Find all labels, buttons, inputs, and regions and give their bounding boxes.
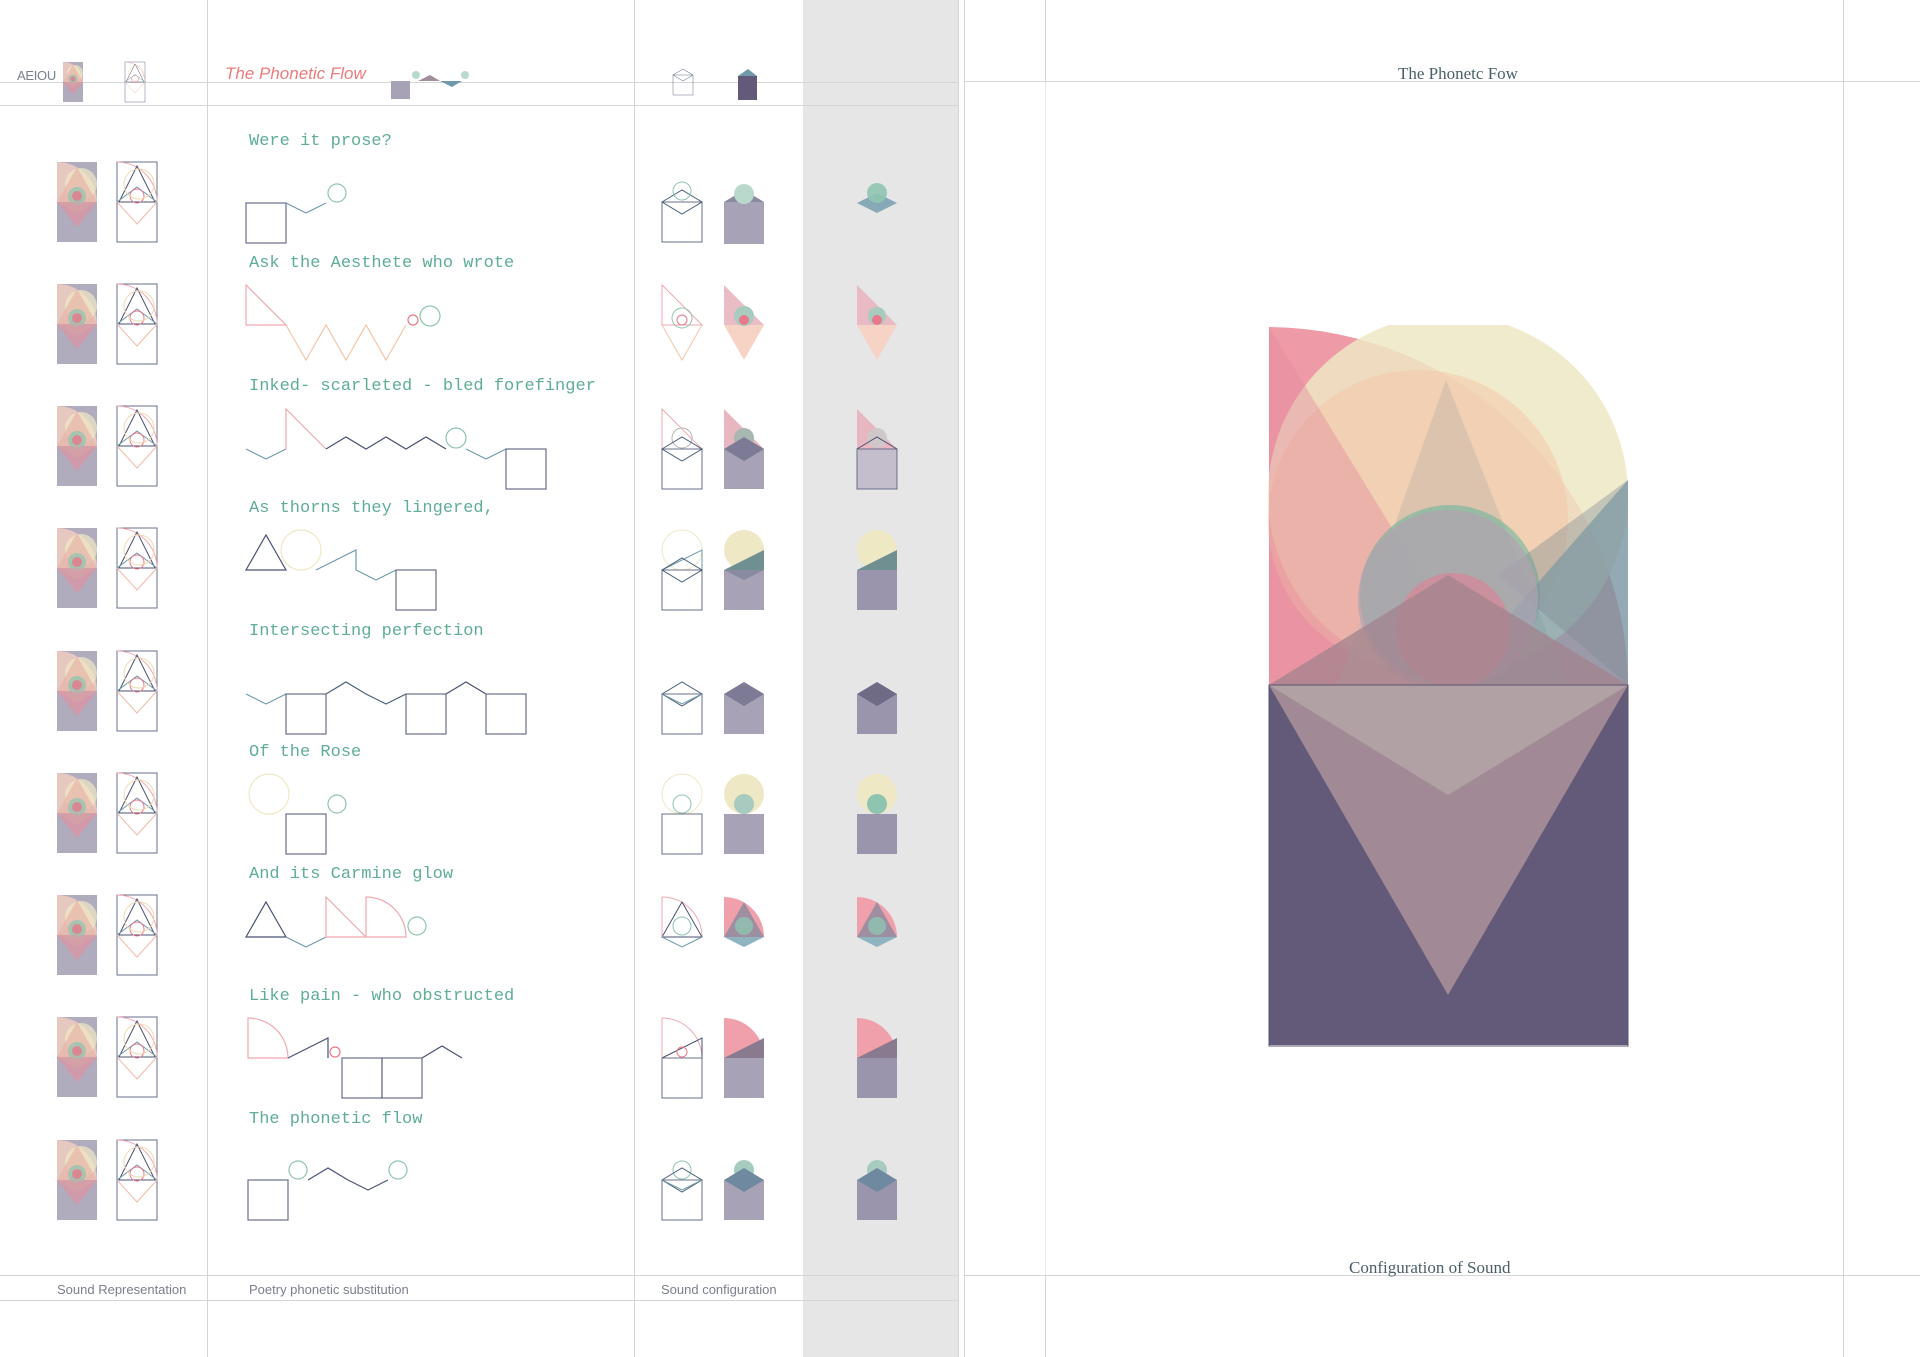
sound-configuration-column — [661, 181, 898, 1221]
header-glyph-filled — [63, 62, 83, 102]
grid-line-right-margin-right — [1843, 0, 1844, 1357]
grid-line-right-page-edge — [964, 0, 965, 1357]
footer-sound-representation: Sound Representation — [57, 1282, 187, 1297]
header-title-glyph — [391, 71, 469, 99]
grid-line-right-margin-left-mid — [1045, 82, 1046, 1275]
verse-line-5: Intersecting perfection — [249, 622, 484, 641]
grid-line-right-margin-left-bottom — [1045, 1275, 1046, 1357]
verse-line-2: Ask the Aesthete who wrote — [249, 254, 515, 273]
footer-sound-configuration: Sound configuration — [661, 1282, 777, 1297]
verse-line-6: Of the Rose — [249, 743, 362, 762]
right-page-title: The Phonetc Fow — [1398, 64, 1518, 83]
verse-line-3: Inked- scarleted - bled forefinger — [249, 377, 596, 396]
glyph-artwork-layer — [57, 61, 898, 1221]
right-page-caption: Configuration of Sound — [1349, 1258, 1511, 1277]
footer-poetry-substitution: Poetry phonetic substitution — [249, 1282, 409, 1297]
header-config-glyph-filled — [738, 69, 757, 100]
verse-line-9: The phonetic flow — [249, 1110, 423, 1129]
poetry-glyph-lines — [244, 183, 547, 1221]
header-config-glyph-outline — [672, 68, 694, 96]
verse-line-8: Like pain - who obstructed — [249, 987, 515, 1006]
sound-configuration-composition — [1268, 325, 1629, 1047]
sound-representation-column — [57, 161, 158, 1221]
verse-line-4: As thorns they lingered, — [249, 499, 494, 518]
verse-line-7: And its Carmine glow — [249, 865, 454, 884]
verse-line-1: Were it prose? — [249, 132, 392, 151]
header-glyph-outline — [124, 61, 146, 103]
grid-line-right-margin-left — [1045, 0, 1046, 82]
